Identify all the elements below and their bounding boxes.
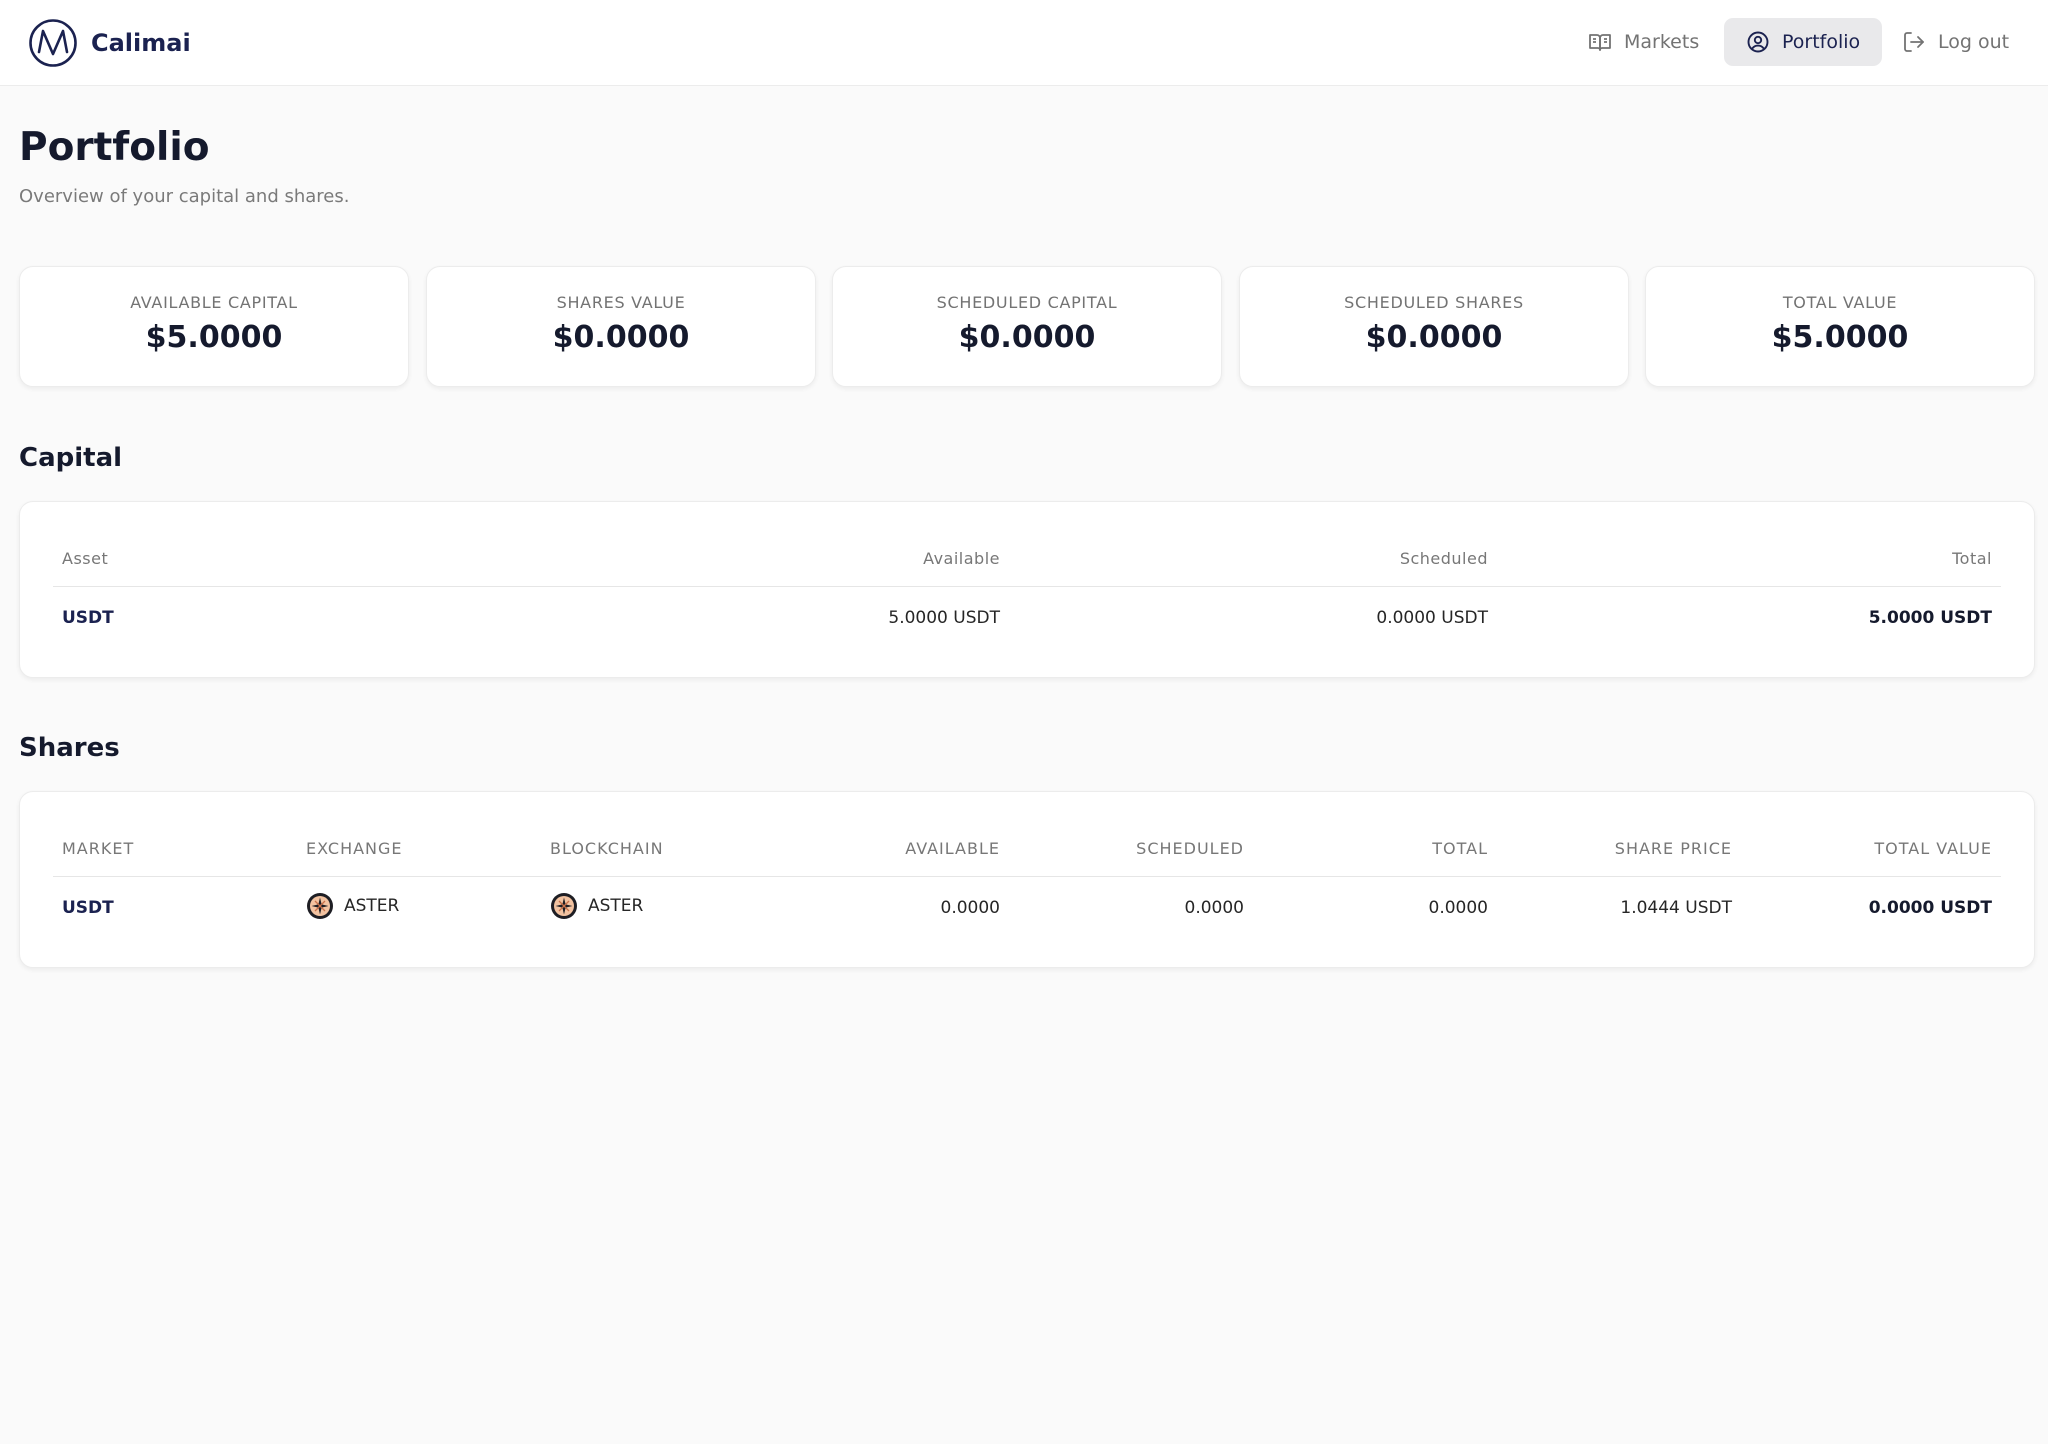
nav-portfolio-label: Portfolio [1782, 31, 1861, 53]
capital-row-total: 5.0000 USDT [1868, 608, 1992, 628]
nav-portfolio-link[interactable]: Portfolio [1724, 18, 1883, 66]
aster-logo-icon [550, 892, 578, 920]
nav-markets-label: Markets [1624, 31, 1700, 53]
blockchain-name: ASTER [588, 896, 644, 916]
stat-value: $0.0000 [958, 320, 1096, 355]
capital-section-title: Capital [19, 443, 123, 473]
table-divider [53, 876, 2001, 877]
stat-card-total-value: TOTAL VALUE $5.0000 [1645, 266, 2035, 387]
stat-label: SCHEDULED CAPITAL [936, 293, 1118, 312]
stat-value: $5.0000 [145, 320, 283, 355]
logout-icon [1904, 32, 1924, 52]
shares-row-market[interactable]: USDT [62, 898, 114, 918]
shares-header-share-price: SHARE PRICE [1614, 839, 1732, 858]
page-title: Portfolio [19, 125, 210, 170]
shares-table: MARKET EXCHANGE BLOCKCHAIN AVAILABLE SCH… [19, 791, 2035, 968]
shares-header-scheduled: SCHEDULED [1136, 839, 1244, 858]
stat-label: SHARES VALUE [556, 293, 686, 312]
shares-row-blockchain: ASTER [550, 892, 643, 920]
capital-row-asset[interactable]: USDT [62, 608, 114, 628]
stat-card-available-capital: AVAILABLE CAPITAL $5.0000 [19, 266, 409, 387]
stat-value: $0.0000 [1365, 320, 1503, 355]
stat-label: SCHEDULED SHARES [1344, 293, 1524, 312]
capital-header-available: Available [923, 549, 1000, 568]
shares-header-total: TOTAL [1432, 839, 1488, 858]
calimai-logo-icon [29, 19, 77, 67]
shares-section-title: Shares [19, 733, 120, 763]
top-navigation-bar: Calimai Markets Portfolio Log out [0, 0, 2048, 86]
shares-row-total-value: 0.0000 USDT [1868, 898, 1992, 918]
stat-card-shares-value: SHARES VALUE $0.0000 [426, 266, 816, 387]
stat-value: $0.0000 [552, 320, 690, 355]
capital-header-scheduled: Scheduled [1399, 549, 1488, 568]
shares-row-available: 0.0000 [940, 898, 1000, 918]
shares-header-exchange: EXCHANGE [306, 839, 403, 858]
page-subtitle: Overview of your capital and shares. [19, 186, 350, 207]
stat-card-scheduled-capital: SCHEDULED CAPITAL $0.0000 [832, 266, 1222, 387]
nav-markets-link[interactable]: Markets [1566, 18, 1721, 66]
book-open-icon [1589, 34, 1611, 51]
logout-button[interactable]: Log out [1880, 18, 2031, 66]
stat-label: TOTAL VALUE [1782, 293, 1898, 312]
stat-value: $5.0000 [1771, 320, 1909, 355]
table-divider [53, 586, 2001, 587]
exchange-name: ASTER [344, 896, 400, 916]
capital-row-available: 5.0000 USDT [888, 608, 1000, 628]
shares-row-exchange: ASTER [306, 892, 399, 920]
capital-header-asset: Asset [62, 549, 109, 568]
capital-header-total: Total [1952, 549, 1992, 568]
brand-name: Calimai [91, 29, 191, 57]
shares-header-available: AVAILABLE [905, 839, 1000, 858]
stat-label: AVAILABLE CAPITAL [130, 293, 298, 312]
stat-card-scheduled-shares: SCHEDULED SHARES $0.0000 [1239, 266, 1629, 387]
brand-logo-link[interactable]: Calimai [28, 18, 191, 68]
aster-logo-icon [306, 892, 334, 920]
shares-header-market: MARKET [62, 839, 135, 858]
nav-logout-label: Log out [1938, 31, 2010, 53]
shares-row-total: 0.0000 [1428, 898, 1488, 918]
user-circle-icon [1747, 31, 1769, 53]
shares-row-scheduled: 0.0000 [1184, 898, 1244, 918]
shares-row-share-price: 1.0444 USDT [1620, 898, 1732, 918]
shares-header-blockchain: BLOCKCHAIN [550, 839, 664, 858]
shares-header-total-value: TOTAL VALUE [1874, 839, 1992, 858]
capital-table: Asset Available Scheduled Total USDT 5.0… [19, 501, 2035, 678]
capital-row-scheduled: 0.0000 USDT [1376, 608, 1488, 628]
